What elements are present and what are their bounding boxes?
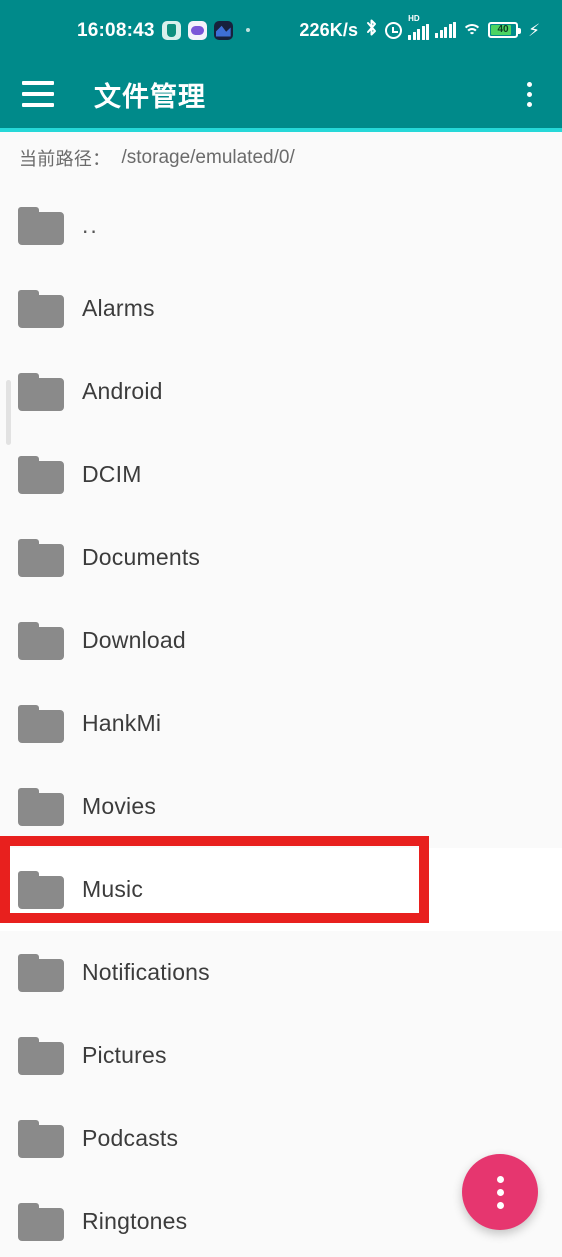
status-bar-left: 16:08:43	[77, 19, 250, 41]
file-list-row[interactable]: Notifications	[0, 931, 562, 1014]
page-title: 文件管理	[94, 81, 206, 112]
file-list-row[interactable]: HankMi	[0, 682, 562, 765]
current-path-bar: 当前路径： /storage/emulated/0/	[0, 132, 562, 184]
status-bar-clock: 16:08:43	[77, 19, 155, 41]
file-list-row-label: Ringtones	[82, 1208, 188, 1234]
folder-icon	[18, 455, 64, 494]
file-list-row-label: Podcasts	[82, 1125, 179, 1151]
hamburger-menu-icon[interactable]	[22, 81, 54, 107]
folder-icon	[18, 1202, 64, 1241]
file-list-row-label: ..	[82, 212, 99, 238]
file-list-row[interactable]: Alarms	[0, 267, 562, 350]
folder-icon	[18, 787, 64, 826]
hd-label: HD	[408, 14, 420, 23]
file-list-row[interactable]: Android	[0, 350, 562, 433]
network-speed-label: 226K/s	[299, 19, 359, 40]
wifi-icon	[462, 22, 483, 38]
map-icon	[213, 20, 233, 40]
folder-icon	[18, 621, 64, 660]
folder-icon	[18, 538, 64, 577]
status-bar: 16:08:43 226K/s HD 40 ⚡	[0, 0, 562, 60]
file-list-row-label: Download	[82, 627, 186, 653]
scrollbar-thumb[interactable]	[6, 380, 11, 445]
folder-icon	[18, 870, 64, 909]
floating-action-button[interactable]	[462, 1154, 538, 1230]
battery-level-label: 40	[497, 24, 509, 35]
notification-dot-icon	[245, 28, 250, 32]
file-list-row-label: Pictures	[82, 1042, 167, 1068]
battery-icon: 40	[488, 22, 522, 38]
file-list-row-label: Documents	[82, 544, 201, 570]
bluetooth-icon	[364, 18, 379, 42]
folder-icon	[18, 206, 64, 245]
folder-icon	[18, 1119, 64, 1158]
file-list-row[interactable]: DCIM	[0, 433, 562, 516]
cellular-signal-1-icon: HD	[408, 15, 430, 40]
file-list-row-label: HankMi	[82, 710, 162, 736]
game-icon	[187, 20, 207, 40]
cellular-signal-2-icon	[435, 22, 457, 38]
file-list-row-label: Notifications	[82, 959, 210, 985]
folder-icon	[18, 953, 64, 992]
alarm-icon	[385, 21, 403, 39]
current-path-label: 当前路径：	[19, 149, 111, 169]
file-list-row-label: Music	[82, 876, 144, 902]
file-list-row[interactable]: Documents	[0, 516, 562, 599]
file-list-row-label: DCIM	[82, 461, 142, 487]
folder-icon	[18, 372, 64, 411]
charging-bolt-icon: ⚡	[528, 20, 540, 40]
file-list-row-label: Android	[82, 378, 163, 404]
overflow-menu-icon[interactable]	[521, 76, 538, 113]
folder-icon	[18, 704, 64, 743]
shield-icon	[161, 20, 181, 40]
file-list[interactable]: .. Alarms Android DCIM Documents Download Hank…	[0, 184, 562, 1257]
file-list-row-label: Movies	[82, 793, 157, 819]
file-list-row-label: Alarms	[82, 295, 155, 321]
app-bar: 文件管理	[0, 60, 562, 128]
file-list-row[interactable]: Movies	[0, 765, 562, 848]
file-list-row[interactable]: Download	[0, 599, 562, 682]
file-list-row[interactable]: ..	[0, 184, 562, 267]
current-path-value: /storage/emulated/0/	[121, 147, 295, 168]
folder-icon	[18, 1036, 64, 1075]
folder-icon	[18, 289, 64, 328]
file-list-row[interactable]: Pictures	[0, 1014, 562, 1097]
file-list-row[interactable]: Music	[0, 848, 562, 931]
status-bar-right: 226K/s HD 40 ⚡	[299, 15, 540, 42]
